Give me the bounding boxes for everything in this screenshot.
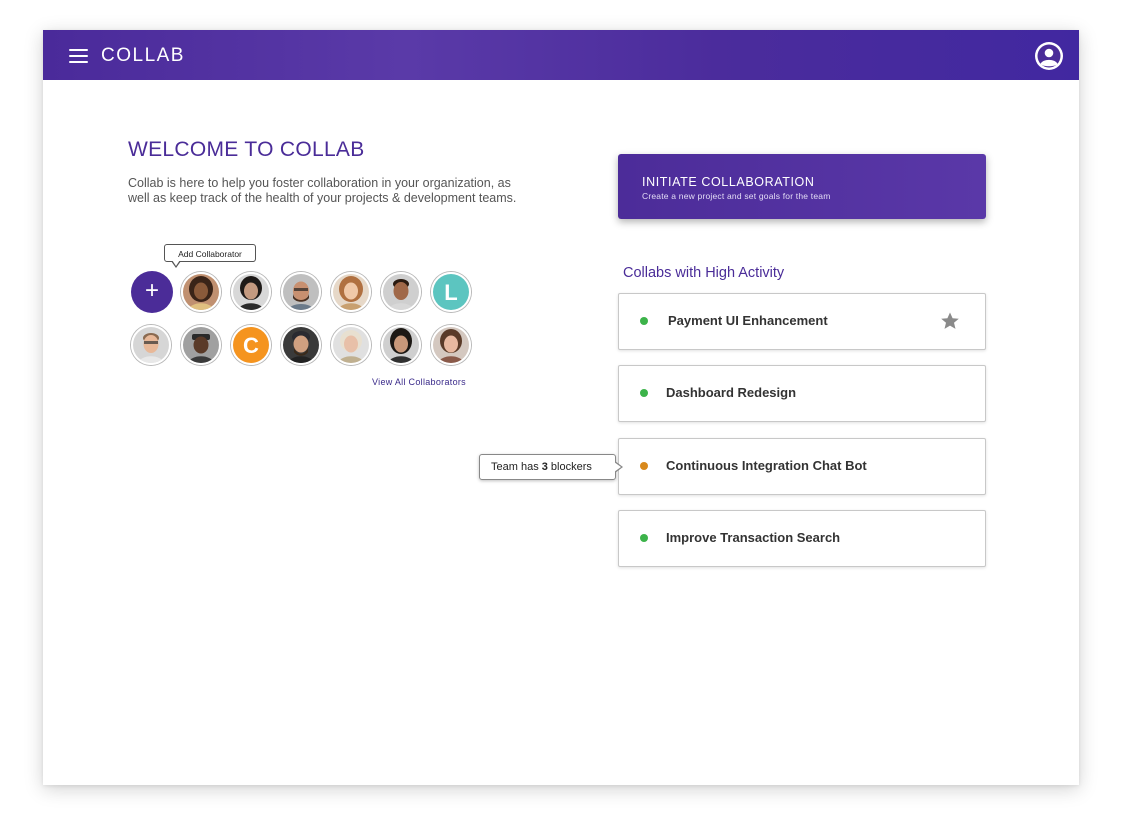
collaborator-letter-avatar[interactable] — [431, 272, 471, 312]
collaborators-grid: + — [131, 271, 476, 369]
collaborator-avatar[interactable] — [381, 325, 421, 365]
collaborator-avatar[interactable] — [131, 325, 171, 365]
collab-name: Improve Transaction Search — [666, 530, 841, 545]
status-dot-icon — [640, 317, 648, 325]
collaborator-avatar[interactable] — [281, 272, 321, 312]
initiate-button-title: INITIATE COLLABORATION — [642, 175, 815, 189]
user-profile-icon[interactable] — [1035, 42, 1063, 70]
collab-card[interactable]: Continuous Integration Chat Bot — [618, 438, 986, 495]
add-collaborator-button[interactable]: + — [131, 271, 173, 313]
collaborator-avatar[interactable] — [281, 325, 321, 365]
collab-name: Dashboard Redesign — [666, 385, 797, 400]
hamburger-menu-icon[interactable] — [69, 49, 88, 63]
collab-card[interactable]: Improve Transaction Search — [618, 510, 986, 567]
intro-description: Collab is here to help you foster collab… — [128, 176, 517, 205]
blockers-tooltip: Team has 3 blockers — [479, 454, 623, 480]
collaborator-avatar[interactable] — [381, 272, 421, 312]
blockers-tooltip-suffix: blockers — [547, 461, 592, 473]
blockers-tooltip-prefix: Team has — [491, 461, 542, 473]
user-avatar-icon — [1036, 43, 1062, 69]
status-dot-icon — [640, 389, 648, 397]
collaborator-avatar[interactable] — [331, 272, 371, 312]
status-dot-icon — [640, 534, 648, 542]
initiate-button-subtitle: Create a new project and set goals for t… — [642, 191, 831, 201]
collab-name: Payment UI Enhancement — [668, 313, 828, 328]
view-all-collaborators-link[interactable]: View All Collaborators — [372, 377, 466, 387]
collaborator-avatar[interactable] — [181, 325, 221, 365]
page-title: WELCOME TO COLLAB — [128, 138, 365, 161]
status-dot-icon — [640, 462, 648, 470]
collab-card[interactable]: Payment UI Enhancement — [618, 293, 986, 350]
collaborator-letter-avatar[interactable] — [231, 325, 271, 365]
collaborator-avatar[interactable] — [231, 272, 271, 312]
app-title: COLLAB — [101, 45, 185, 66]
add-collaborator-tooltip: Add Collaborator — [164, 244, 256, 268]
collaborator-avatar[interactable] — [431, 325, 471, 365]
top-navigation-bar: COLLAB — [43, 30, 1079, 80]
section-title-high-activity: Collabs with High Activity — [623, 265, 785, 281]
collaborator-avatar[interactable] — [331, 325, 371, 365]
collaborator-avatar[interactable] — [181, 272, 221, 312]
star-icon[interactable] — [940, 311, 960, 331]
app-window: COLLAB WELCOME TO COLLAB Collab is here … — [43, 30, 1079, 785]
initiate-collaboration-button[interactable]: INITIATE COLLABORATION Create a new proj… — [618, 154, 986, 219]
collab-name: Continuous Integration Chat Bot — [666, 458, 867, 473]
collab-card[interactable]: Dashboard Redesign — [618, 365, 986, 422]
